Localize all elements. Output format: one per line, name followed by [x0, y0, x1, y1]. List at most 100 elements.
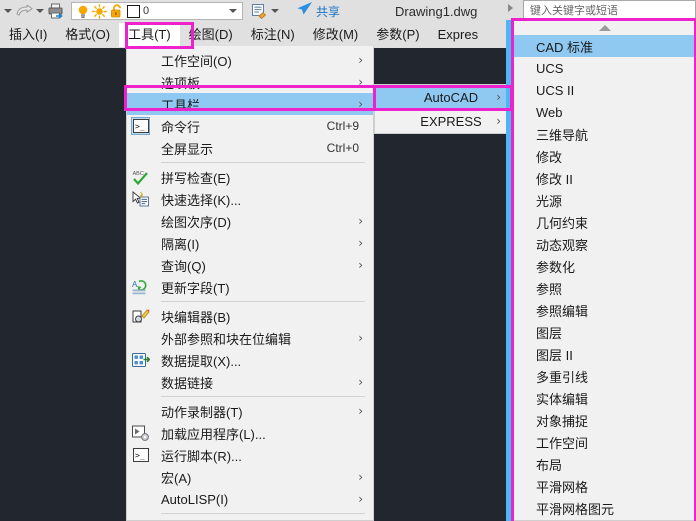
submenu-chevron-right-icon: ›: [358, 236, 363, 250]
tools-menu-item-11[interactable]: 块编辑器(B): [127, 305, 373, 327]
layer-unlocked-icon[interactable]: [108, 3, 125, 20]
tools-menu-item-15[interactable]: 动作录制器(T) ›: [127, 400, 373, 422]
spell-check-icon: ABC: [131, 168, 150, 186]
toolbar-list-item-6[interactable]: 修改 II: [514, 167, 695, 189]
redo-dropdown-caret-icon[interactable]: [36, 9, 44, 13]
tools-menu-item-0[interactable]: 工作空间(O) ›: [127, 49, 373, 71]
tools-menu-item-label: 绘图次序(D): [161, 214, 232, 230]
redo-arrow-icon[interactable]: [15, 3, 33, 19]
layer-properties-icon[interactable]: [250, 2, 268, 20]
tools-menu-item-label: AutoLISP(I): [161, 491, 229, 507]
submenu-chevron-right-icon: ›: [358, 470, 363, 484]
toolbar-list-item-11[interactable]: 参照: [514, 277, 695, 299]
toolbar-list-item-0[interactable]: CAD 标准: [514, 35, 695, 57]
toolbar-list-item-5[interactable]: 修改: [514, 145, 695, 167]
toolbar-list-item-12[interactable]: 参照编辑: [514, 299, 695, 321]
toolbar-list-item-17[interactable]: 对象捕捉: [514, 409, 695, 431]
tools-menu-item-label: 宏(A): [161, 470, 192, 486]
toolbar-list-item-1[interactable]: UCS: [514, 57, 695, 79]
toolbar-list-item-4[interactable]: 三维导航: [514, 123, 695, 145]
tools-menu-item-18[interactable]: 宏(A) ›: [127, 466, 373, 488]
tools-menu-item-1[interactable]: 选项板 ›: [127, 71, 373, 93]
right-panel-scrollbar[interactable]: [506, 20, 513, 521]
tools-menu-item-label: 选项板: [161, 75, 201, 91]
toolbar-submenu: AutoCAD › EXPRESS ›: [374, 84, 512, 134]
tools-menu-item-4[interactable]: 全屏显示 Ctrl+0: [127, 137, 373, 159]
search-expand-caret-icon[interactable]: [508, 4, 513, 12]
tools-menu-item-label: 动作录制器(T): [161, 404, 243, 420]
tools-menu-item-9[interactable]: 查询(Q) ›: [127, 254, 373, 276]
tools-menu-item-17[interactable]: >_ 运行脚本(R)...: [127, 444, 373, 466]
tools-menu-item-6[interactable]: 快速选择(K)...: [127, 188, 373, 210]
layer-color-swatch[interactable]: [127, 4, 140, 18]
tools-menu-item-2[interactable]: 工具栏 ›: [127, 93, 373, 115]
tools-menu-item-3[interactable]: >_ 命令行 Ctrl+9: [127, 115, 373, 137]
scroll-up-arrow-icon[interactable]: [514, 21, 695, 35]
tools-menu-item-label: 数据提取(X)...: [161, 353, 242, 369]
tools-menu-item-label: 查询(Q): [161, 258, 206, 274]
toolbar-submenu-item-0[interactable]: AutoCAD ›: [375, 85, 511, 109]
layer-on-bulb-icon[interactable]: [74, 3, 91, 20]
tools-menu-item-14[interactable]: 数据链接 ›: [127, 371, 373, 393]
menubar-item-7[interactable]: Expres: [429, 23, 487, 47]
tools-menu-item-shortcut: Ctrl+9: [326, 119, 359, 133]
layer-dropdown-caret-icon[interactable]: [226, 9, 240, 13]
document-title: Drawing1.dwg: [395, 3, 478, 19]
svg-text:ABC: ABC: [132, 171, 143, 177]
quick-select-icon: [131, 190, 150, 208]
toolbar-list-panel: CAD 标准 UCS UCS II Web 三维导航 修改 修改 II 光源 几何约束 动态观察参…: [513, 20, 696, 521]
submenu-chevron-right-icon: ›: [496, 114, 501, 128]
toolbar-list-item-20[interactable]: 平滑网格: [514, 475, 695, 497]
toolbar-list-item-18[interactable]: 工作空间: [514, 431, 695, 453]
tools-menu-item-16[interactable]: 加载应用程序(L)...: [127, 422, 373, 444]
menubar-item-2[interactable]: 工具(T): [119, 23, 180, 47]
tools-menu-item-label: 命令行: [161, 119, 201, 135]
share-button[interactable]: 共享: [296, 1, 340, 21]
submenu-chevron-right-icon: ›: [358, 331, 363, 345]
dropdown-caret-icon[interactable]: [4, 9, 12, 13]
tools-menu-item-5[interactable]: ABC 拼写检查(E): [127, 166, 373, 188]
menubar-item-3[interactable]: 绘图(D): [180, 23, 242, 47]
toolbar-list-item-21[interactable]: 平滑网格图元: [514, 497, 695, 519]
toolbar-list-item-16[interactable]: 实体编辑: [514, 387, 695, 409]
toolbar-list-item-2[interactable]: UCS II: [514, 79, 695, 101]
toolbar-list-item-19[interactable]: 布局: [514, 453, 695, 475]
tools-menu-item-10[interactable]: A 更新字段(T): [127, 276, 373, 298]
toolbar-list-item-8[interactable]: 几何约束: [514, 211, 695, 233]
search-input[interactable]: 键入关键字或短语: [523, 0, 696, 19]
submenu-chevron-right-icon: ›: [358, 53, 363, 67]
search-placeholder: 键入关键字或短语: [530, 4, 618, 17]
toolbar-list-item-10[interactable]: 参数化: [514, 255, 695, 277]
toolbar-list-item-3[interactable]: Web: [514, 101, 695, 123]
menu-separator: [161, 162, 365, 163]
toolbar-overflow-caret-icon[interactable]: [271, 9, 279, 13]
autocad-window: 0 共享 Drawing1.dwg 键入关键字或短语 插入(I) 格式(O) 工…: [0, 0, 696, 521]
submenu-chevron-right-icon: ›: [358, 214, 363, 228]
tools-menu-item-12[interactable]: 外部参照和块在位编辑 ›: [127, 327, 373, 349]
layer-control[interactable]: 0: [71, 2, 243, 20]
tools-dropdown-menu: 工作空间(O) › 选项板 › 工具栏 › >_ 命令行 Ctrl+9 全屏显示 Ctrl+0 ABC…: [126, 46, 374, 521]
layer-thaw-sun-icon[interactable]: [91, 3, 108, 20]
tools-menu-item-label: 更新字段(T): [161, 280, 230, 296]
toolbar-list-item-14[interactable]: 图层 II: [514, 343, 695, 365]
tools-menu-item-19[interactable]: AutoLISP(I) ›: [127, 488, 373, 510]
run-script-icon: >_: [131, 446, 150, 464]
tools-menu-item-shortcut: Ctrl+0: [326, 141, 359, 155]
toolbar-list-item-13[interactable]: 图层: [514, 321, 695, 343]
tools-menu-item-7[interactable]: 绘图次序(D) ›: [127, 210, 373, 232]
tools-menu-item-label: 运行脚本(R)...: [161, 448, 242, 464]
menu-separator: [161, 301, 365, 302]
menubar-item-6[interactable]: 参数(P): [367, 23, 428, 47]
submenu-chevron-right-icon: ›: [496, 90, 501, 104]
toolbar-submenu-item-1[interactable]: EXPRESS ›: [375, 109, 511, 133]
menubar-item-0[interactable]: 插入(I): [0, 23, 56, 47]
toolbar-list-item-9[interactable]: 动态观察: [514, 233, 695, 255]
toolbar-list-item-7[interactable]: 光源: [514, 189, 695, 211]
menubar-item-5[interactable]: 修改(M): [304, 23, 368, 47]
menubar-item-4[interactable]: 标注(N): [242, 23, 304, 47]
plot-printer-icon[interactable]: [47, 2, 65, 20]
menubar-item-1[interactable]: 格式(O): [56, 23, 119, 47]
toolbar-list-item-15[interactable]: 多重引线: [514, 365, 695, 387]
tools-menu-item-8[interactable]: 隔离(I) ›: [127, 232, 373, 254]
tools-menu-item-13[interactable]: 数据提取(X)...: [127, 349, 373, 371]
